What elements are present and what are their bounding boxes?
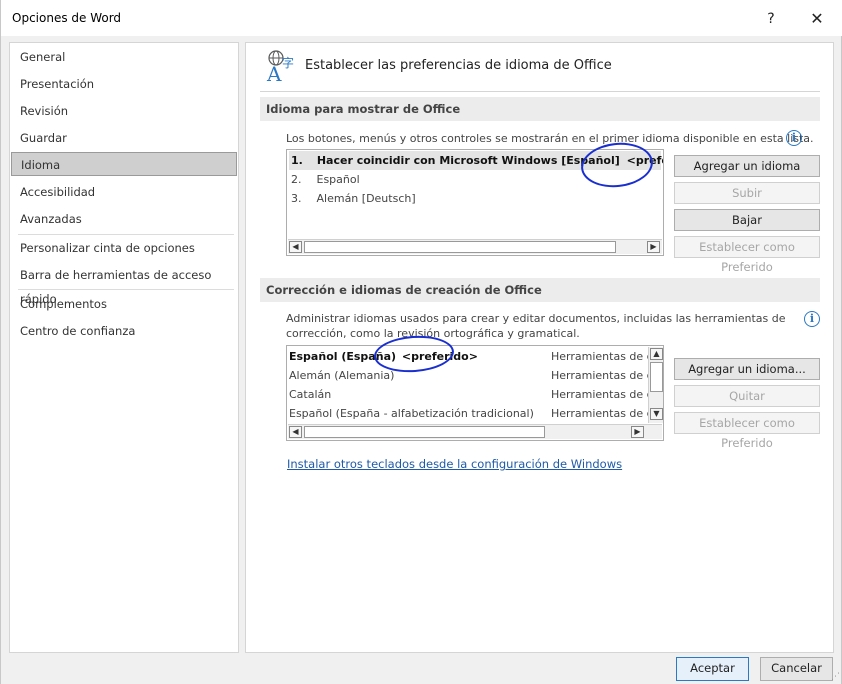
scroll-left-icon[interactable]: ◀	[289, 426, 302, 438]
window-title: Opciones de Word	[12, 11, 122, 25]
info-icon[interactable]: i	[786, 130, 802, 146]
list-item[interactable]: 3. Alemán [Deutsch]	[289, 189, 416, 208]
title-bar: Opciones de Word ? ✕	[1, 0, 842, 36]
list-item-label: Español (España)	[289, 350, 397, 363]
description-line: corrección, como la revisión ortográfica…	[286, 327, 580, 340]
info-icon[interactable]: i	[804, 311, 820, 327]
word-options-dialog: Opciones de Word ? ✕ General Presentació…	[0, 0, 842, 684]
sidebar-item-quick-access-toolbar[interactable]: Barra de herramientas de acceso rápido	[11, 263, 237, 306]
authoring-language-list[interactable]: Español (España) <preferido> Herramienta…	[286, 345, 664, 441]
description-line: Administrar idiomas usados para crear y …	[286, 312, 786, 325]
move-down-button[interactable]: Bajar	[674, 209, 820, 231]
display-language-section-title: Idioma para mostrar de Office	[260, 97, 820, 121]
ok-button[interactable]: Aceptar	[676, 657, 749, 681]
scroll-down-icon[interactable]: ▼	[650, 408, 663, 420]
list-item-tools: Herramientas de c	[551, 407, 653, 420]
scroll-left-icon[interactable]: ◀	[289, 241, 302, 253]
close-button[interactable]: ✕	[806, 8, 828, 30]
options-sidebar: General Presentación Revisión Guardar Id…	[9, 42, 239, 653]
list-item-label: Hacer coincidir con Microsoft Windows [E…	[316, 154, 620, 167]
horizontal-scrollbar[interactable]: ◀ ▶	[288, 424, 662, 439]
scroll-right-icon[interactable]: ▶	[631, 426, 644, 438]
sidebar-divider	[18, 234, 234, 235]
page-title: Establecer las preferencias de idioma de…	[305, 58, 612, 73]
horizontal-scrollbar[interactable]: ◀ ▶	[288, 239, 662, 254]
list-item-label: Español	[316, 173, 360, 186]
preferred-tag: <preferido>	[401, 350, 478, 363]
sidebar-item-proofing[interactable]: Revisión	[11, 99, 237, 123]
preferred-tag: <preferido>	[626, 154, 663, 167]
sidebar-item-save[interactable]: Guardar	[11, 126, 237, 150]
sidebar-item-add-ins[interactable]: Complementos	[11, 292, 237, 316]
list-item[interactable]: Español (España) <preferido>	[289, 347, 478, 366]
list-item-number: 2.	[291, 173, 302, 186]
language-panel: A 字 Establecer las preferencias de idiom…	[245, 42, 834, 653]
set-preferred-authoring-button[interactable]: Establecer como Preferido	[674, 412, 820, 450]
list-item-tools: Herramientas de c	[551, 369, 653, 382]
header-divider	[260, 91, 820, 92]
list-item-label: Alemán (Alemania)	[289, 369, 395, 382]
list-item-label: Catalán	[289, 388, 332, 401]
list-item-number: 3.	[291, 192, 302, 205]
scrollbar-thumb[interactable]	[650, 362, 663, 392]
add-authoring-language-button[interactable]: Agregar un idioma...	[674, 358, 820, 380]
authoring-language-section-title: Corrección e idiomas de creación de Offi…	[260, 278, 820, 302]
list-item[interactable]: 2. Español	[289, 170, 360, 189]
list-item[interactable]: Alemán (Alemania)	[289, 366, 394, 385]
sidebar-divider	[18, 289, 234, 290]
install-keyboards-link[interactable]: Instalar otros teclados desde la configu…	[287, 457, 622, 471]
sidebar-item-general[interactable]: General	[11, 45, 237, 69]
list-item-label: Español (España - alfabetización tradici…	[289, 407, 534, 420]
sidebar-item-advanced[interactable]: Avanzadas	[11, 207, 237, 231]
language-icon: A 字	[266, 50, 294, 83]
set-preferred-display-button[interactable]: Establecer como Preferido	[674, 236, 820, 274]
svg-text:A: A	[266, 62, 282, 83]
scrollbar-thumb[interactable]	[304, 241, 616, 253]
list-item-tools: Herramientas de c	[551, 388, 653, 401]
list-item[interactable]: Catalán	[289, 385, 331, 404]
cancel-button[interactable]: Cancelar	[760, 657, 833, 681]
help-button[interactable]: ?	[760, 8, 782, 30]
sidebar-item-customize-ribbon[interactable]: Personalizar cinta de opciones	[11, 236, 237, 260]
list-item-number: 1.	[291, 154, 303, 167]
resize-grip-icon[interactable]: ⋰	[831, 672, 840, 682]
display-language-description: Los botones, menús y otros controles se …	[286, 132, 814, 145]
sidebar-item-accessibility[interactable]: Accesibilidad	[11, 180, 237, 204]
scroll-right-icon[interactable]: ▶	[647, 241, 660, 253]
remove-button[interactable]: Quitar	[674, 385, 820, 407]
vertical-scrollbar[interactable]: ▲ ▼	[648, 347, 663, 423]
list-item[interactable]: Español (España - alfabetización tradici…	[289, 404, 534, 423]
authoring-language-description: Administrar idiomas usados para crear y …	[286, 311, 786, 341]
sidebar-item-trust-center[interactable]: Centro de confianza	[11, 319, 237, 343]
svg-text:字: 字	[282, 55, 294, 70]
list-item-tools: Herramientas de c	[551, 350, 653, 363]
scrollbar-thumb[interactable]	[304, 426, 545, 438]
sidebar-item-presentation[interactable]: Presentación	[11, 72, 237, 96]
add-display-language-button[interactable]: Agregar un idioma	[674, 155, 820, 177]
list-item[interactable]: 1. Hacer coincidir con Microsoft Windows…	[289, 151, 663, 170]
display-language-list[interactable]: 1. Hacer coincidir con Microsoft Windows…	[286, 149, 664, 256]
list-item-label: Alemán [Deutsch]	[316, 192, 416, 205]
sidebar-item-language[interactable]: Idioma	[11, 152, 237, 176]
move-up-button[interactable]: Subir	[674, 182, 820, 204]
scroll-up-icon[interactable]: ▲	[650, 348, 663, 360]
